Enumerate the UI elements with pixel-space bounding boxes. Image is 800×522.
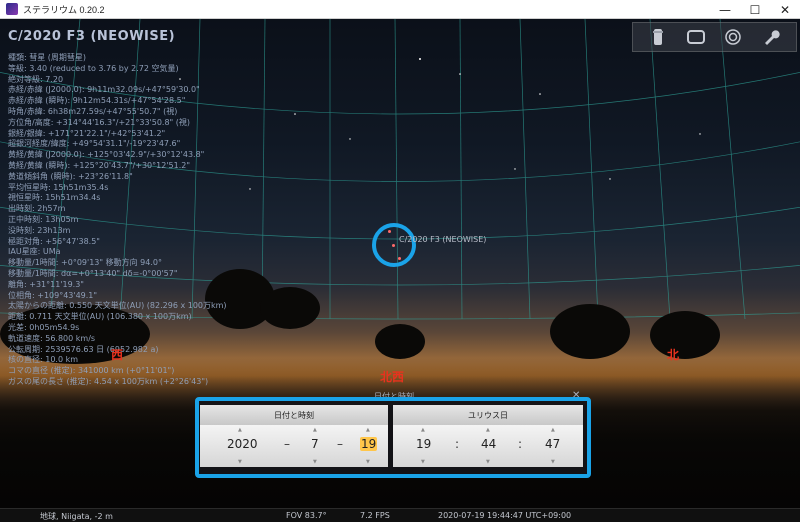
info-line: 距離: 0.711 天文単位(AU) (106.380 x 100万km) xyxy=(8,312,192,322)
tree-silhouette xyxy=(260,287,320,329)
time-separator: : xyxy=(455,437,460,451)
tree-silhouette xyxy=(375,324,425,359)
month-down-icon[interactable]: ▼ xyxy=(313,459,317,465)
time-fields: ▲ 19 ▼ : ▲ 44 ▼ : ▲ 47 ▼ xyxy=(393,425,583,467)
top-toolbar xyxy=(632,22,797,52)
close-button[interactable]: ✕ xyxy=(770,0,800,19)
object-info-panel: 種類: 彗星 (周期彗星) 等級: 3.40 (reduced to 3.76 … xyxy=(8,53,227,388)
info-line: 赤経/赤緯 (瞬時): 9h12m54.31s/+47°54'28.5" xyxy=(8,96,186,106)
info-line: 極距対角: +56°47'38.5" xyxy=(8,236,100,246)
object-label: C/2020 F3 (NEOWISE) xyxy=(399,235,487,244)
cardinal-northwest: 北西 xyxy=(380,370,405,384)
minimize-button[interactable]: — xyxy=(710,0,740,19)
info-line: 離角: +31°11'19.3" xyxy=(8,279,84,289)
wrench-icon[interactable] xyxy=(761,27,781,47)
object-selection-ring[interactable] xyxy=(372,223,416,267)
time-separator: : xyxy=(518,437,523,451)
info-line: 赤経/赤緯 (J2000.0): 9h11m32.09s/+47°59'30.0… xyxy=(8,85,200,95)
info-line: コマの直径 (推定): 341000 km (+0°11'01") xyxy=(8,366,175,376)
minute-up-icon[interactable]: ▲ xyxy=(486,427,490,433)
minute-down-icon[interactable]: ▼ xyxy=(486,459,490,465)
info-line: 太陽からの距離: 0.550 天文単位(AU) (82.296 x 100万km… xyxy=(8,301,227,311)
day-value: 19 xyxy=(360,437,378,451)
info-line: 移動量/1時間: dα=+0°13'40" dδ=-0°00'57" xyxy=(8,268,178,278)
status-location: 地球, Niigata, -2 m xyxy=(40,512,113,521)
window-titlebar: ステラリウム 0.20.2 — ☐ ✕ xyxy=(0,0,800,19)
info-line: ガスの尾の長さ (推定): 4.54 x 100万km (+2°26'43") xyxy=(8,376,209,386)
info-line: 位相角: +109°43'49.1" xyxy=(8,290,98,300)
app-icon xyxy=(6,3,18,15)
info-line: 種類: 彗星 (周期彗星) xyxy=(8,53,87,62)
info-line: 出時刻: 2h57m xyxy=(8,204,66,214)
second-field[interactable]: 47 xyxy=(545,437,560,451)
info-line: 超銀河経度/緯度: +49°54'31.1"/-19°23'47.6" xyxy=(8,139,181,149)
info-line: IAU星座: UMa xyxy=(8,247,61,257)
info-line: 移動量/1時間: +0°09'13" 移動方向 94.0° xyxy=(8,258,162,268)
tree-silhouette xyxy=(650,311,720,359)
tree-silhouette xyxy=(550,304,630,359)
status-fps: 7.2 FPS xyxy=(360,511,390,520)
day-up-icon[interactable]: ▲ xyxy=(366,427,370,433)
month-up-icon[interactable]: ▲ xyxy=(313,427,317,433)
date-fields: ▲ 2020 ▼ – ▲ 7 ▼ – ▲ 19 ▼ xyxy=(200,425,388,467)
info-line: 平均恒星時: 15h51m35.4s xyxy=(8,182,109,192)
target-icon[interactable] xyxy=(723,27,743,47)
minute-field[interactable]: 44 xyxy=(481,437,496,451)
status-datetime: 2020-07-19 19:44:47 UTC+09:00 xyxy=(438,511,572,520)
info-line: 正中時刻: 13h05m xyxy=(8,214,79,224)
info-line: 視恒星時: 15h51m34.4s xyxy=(8,193,101,203)
screen-icon[interactable] xyxy=(686,27,706,47)
date-separator: – xyxy=(284,437,290,451)
info-line: 黄道傾斜角 (瞬時): +23°26'11.8" xyxy=(8,171,133,181)
cardinal-west: 西 xyxy=(111,348,124,362)
date-section: 日付と時刻 ▲ 2020 ▼ – ▲ 7 ▼ – ▲ 19 ▼ xyxy=(200,405,388,469)
info-line: 没時刻: 23h13m xyxy=(8,225,71,235)
second-up-icon[interactable]: ▲ xyxy=(551,427,555,433)
maximize-button[interactable]: ☐ xyxy=(740,0,770,19)
info-line: 銀経/銀緯: +171°21'22.1"/+42°53'41.2" xyxy=(8,128,166,138)
info-line: 黄経/黄緯 (J2000.0): +125°03'42.9"/+30°12'43… xyxy=(8,150,205,160)
day-down-icon[interactable]: ▼ xyxy=(366,459,370,465)
day-field[interactable]: 19 xyxy=(360,437,378,451)
date-separator: – xyxy=(337,437,343,451)
tube-icon[interactable] xyxy=(648,27,668,47)
time-section: ユリウス日 ▲ 19 ▼ : ▲ 44 ▼ : ▲ 47 ▼ xyxy=(393,405,583,469)
status-fov: FOV 83.7° xyxy=(286,511,327,520)
info-line: 光差: 0h05m54.9s xyxy=(8,322,80,332)
object-title: C/2020 F3 (NEOWISE) xyxy=(8,29,176,44)
year-down-icon[interactable]: ▼ xyxy=(238,459,242,465)
tab-julian-day[interactable]: ユリウス日 xyxy=(393,405,583,425)
info-line: 時角/赤緯: 6h38m27.59s/+47°55'50.7" (視) xyxy=(8,106,178,116)
info-line: 絶対等級: 7.20 xyxy=(8,74,64,84)
info-line: 等級: 3.40 (reduced to 3.76 by 2.72 空気量) xyxy=(8,63,179,73)
info-line: 黄経/黄緯 (瞬時): +125°20'43.7"/+30°12'51.2" xyxy=(8,160,191,170)
status-bar: 地球, Niigata, -2 m FOV 83.7° 7.2 FPS 2020… xyxy=(0,508,800,522)
window-title: ステラリウム 0.20.2 xyxy=(23,4,105,15)
month-field[interactable]: 7 xyxy=(311,437,319,451)
info-line: 方位角/高度: +314°44'16.3"/+21°33'50.8" (視) xyxy=(8,117,191,127)
hour-field[interactable]: 19 xyxy=(416,437,431,451)
second-down-icon[interactable]: ▼ xyxy=(551,459,555,465)
hour-up-icon[interactable]: ▲ xyxy=(421,427,425,433)
year-field[interactable]: 2020 xyxy=(227,437,258,451)
year-up-icon[interactable]: ▲ xyxy=(238,427,242,433)
info-line: 軌道速度: 56.800 km/s xyxy=(8,333,96,343)
cardinal-north: 北 xyxy=(667,348,680,362)
tab-date-time[interactable]: 日付と時刻 xyxy=(200,405,388,425)
hour-down-icon[interactable]: ▼ xyxy=(421,459,425,465)
